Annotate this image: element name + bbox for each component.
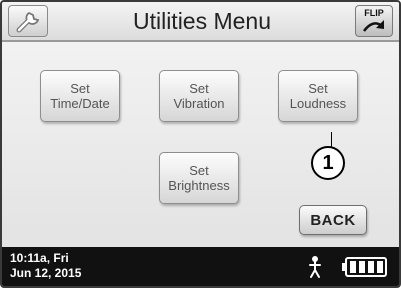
- device-screen: Utilities Menu FLIP Set Time/Date Set Vi…: [0, 0, 401, 288]
- set-vibration-button[interactable]: Set Vibration: [159, 70, 239, 122]
- button-label-line1: Set: [308, 81, 328, 96]
- set-loudness-button[interactable]: Set Loudness: [278, 70, 358, 122]
- status-date: Jun 12, 2015: [10, 266, 82, 280]
- button-label-line2: Vibration: [173, 96, 225, 111]
- button-label-line2: Loudness: [289, 96, 347, 111]
- set-time-date-button[interactable]: Set Time/Date: [40, 70, 120, 122]
- status-time: 10:11a, Fri: [10, 251, 69, 265]
- button-label-line1: Set: [189, 81, 209, 96]
- button-label-line1: Set: [70, 81, 90, 96]
- button-label-line1: Set: [189, 163, 209, 178]
- page-title: Utilities Menu: [132, 8, 272, 34]
- flip-label: FLIP: [364, 8, 384, 18]
- person-icon: [309, 256, 321, 278]
- battery-icon: [342, 257, 387, 277]
- button-label-line2: Brightness: [168, 178, 230, 193]
- status-bar: 10:11a, Fri Jun 12, 2015: [2, 247, 399, 286]
- menu-area: Set Time/Date Set Vibration Set Loudness…: [2, 42, 399, 247]
- wrench-button[interactable]: [8, 5, 48, 37]
- button-label-line2: Time/Date: [50, 96, 110, 111]
- callout-number: 1: [311, 146, 345, 180]
- flip-button[interactable]: FLIP: [355, 5, 393, 37]
- curved-arrow-icon: [363, 20, 384, 32]
- back-button[interactable]: BACK: [299, 205, 367, 235]
- set-brightness-button[interactable]: Set Brightness: [159, 152, 239, 204]
- title-bar: Utilities Menu FLIP: [2, 2, 399, 42]
- wrench-icon: [16, 11, 40, 33]
